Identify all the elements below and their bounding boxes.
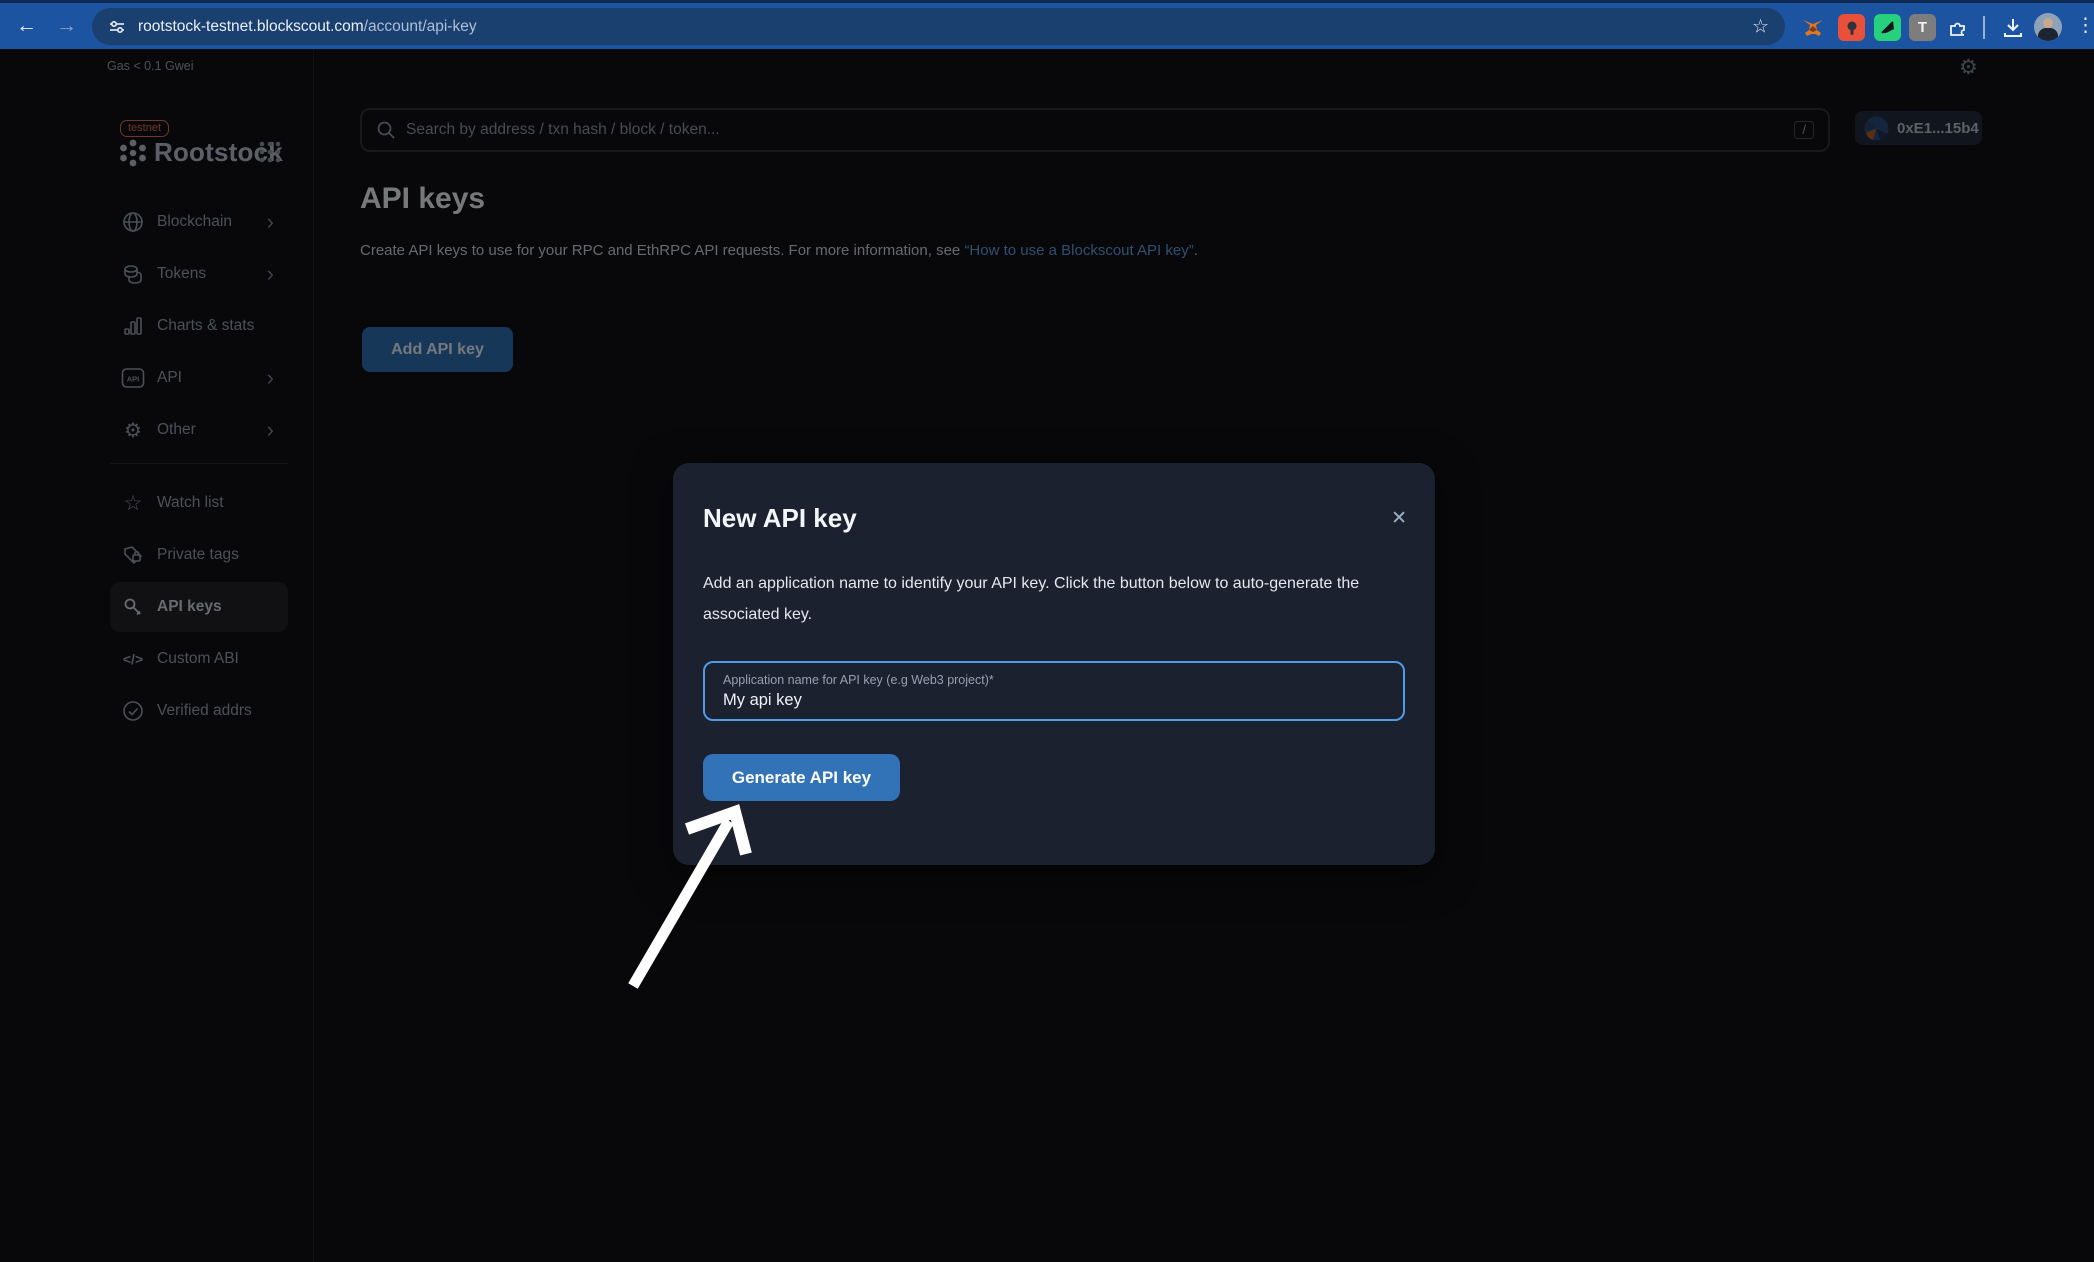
adblock-extension-icon[interactable]: [1838, 14, 1865, 41]
new-api-key-modal: New API key ✕ Add an application name to…: [673, 463, 1435, 865]
address-bar[interactable]: rootstock-testnet.blockscout.com/account…: [92, 8, 1785, 45]
browser-forward-icon[interactable]: →: [56, 14, 77, 38]
tampermonkey-extension-icon[interactable]: T: [1909, 14, 1936, 41]
downloads-icon[interactable]: [1999, 14, 2026, 41]
url-domain: rootstock-testnet.blockscout.com: [138, 18, 364, 35]
modal-body-text: Add an application name to identify your…: [703, 568, 1403, 630]
tampermonkey-letter: T: [1918, 19, 1927, 36]
metamask-extension-icon[interactable]: [1799, 14, 1826, 41]
generate-api-key-button[interactable]: Generate API key: [703, 754, 900, 801]
toolbar-separator: [1983, 16, 1985, 39]
application-name-label: Application name for API key (e.g Web3 p…: [723, 673, 994, 687]
application-name-field[interactable]: Application name for API key (e.g Web3 p…: [703, 661, 1405, 721]
extensions-puzzle-icon[interactable]: [1944, 14, 1971, 41]
bookmark-star-icon[interactable]: ☆: [1752, 15, 1769, 38]
url-path: /account/api-key: [364, 18, 477, 35]
modal-title: New API key: [703, 503, 857, 534]
browser-toolbar: ← → ⟳ rootstock-testnet.blockscout.com/a…: [0, 0, 2094, 49]
url-text: rootstock-testnet.blockscout.com/account…: [138, 18, 477, 36]
green-extension-icon[interactable]: [1874, 14, 1901, 41]
browser-profile-avatar[interactable]: [2034, 13, 2062, 41]
site-settings-icon[interactable]: [108, 18, 126, 36]
browser-back-icon[interactable]: ←: [16, 14, 37, 38]
browser-menu-icon[interactable]: ⋮: [2076, 15, 2094, 38]
close-icon[interactable]: ✕: [1391, 507, 1407, 530]
application-name-input[interactable]: [723, 691, 1373, 710]
